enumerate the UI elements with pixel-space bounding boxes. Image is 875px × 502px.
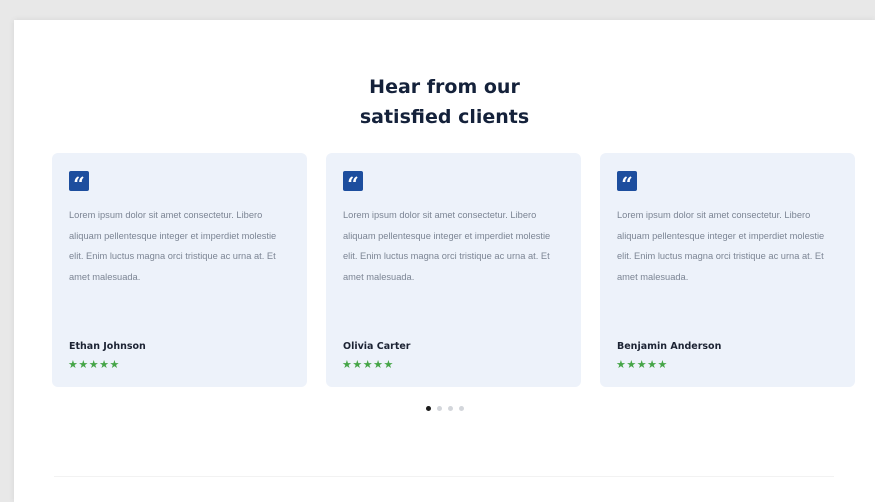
testimonial-card: “ Lorem ipsum dolor sit amet consectetur… [600, 153, 855, 387]
client-name: Benjamin Anderson [617, 341, 722, 352]
rating-stars: ★★★★★ [342, 358, 394, 371]
testimonial-card: “ Lorem ipsum dolor sit amet consectetur… [52, 153, 307, 387]
page-container: Hear from our satisfied clients “ Lorem … [14, 20, 875, 502]
rating-stars: ★★★★★ [616, 358, 668, 371]
quote-icon: “ [343, 171, 363, 196]
section-title-line-1: Hear from our [369, 76, 520, 98]
carousel-dot-2[interactable] [437, 406, 442, 411]
quote-icon: “ [69, 171, 89, 196]
section-title-line-2: satisfied clients [359, 106, 530, 128]
testimonial-text: Lorem ipsum dolor sit amet consectetur. … [343, 210, 551, 282]
carousel-dot-3[interactable] [448, 406, 453, 411]
rating-stars: ★★★★★ [68, 358, 120, 371]
carousel-dot-1[interactable] [426, 406, 431, 411]
section-divider [54, 476, 834, 477]
carousel-dot-4[interactable] [459, 406, 464, 411]
section-title: Hear from our satisfied clients [14, 72, 875, 132]
client-name: Ethan Johnson [69, 341, 146, 352]
testimonial-text: Lorem ipsum dolor sit amet consectetur. … [69, 210, 277, 282]
testimonial-text: Lorem ipsum dolor sit amet consectetur. … [617, 210, 825, 282]
testimonial-card: “ Lorem ipsum dolor sit amet consectetur… [326, 153, 581, 387]
carousel-pagination [426, 406, 464, 411]
client-name: Olivia Carter [343, 341, 411, 352]
quote-icon: “ [617, 171, 637, 196]
